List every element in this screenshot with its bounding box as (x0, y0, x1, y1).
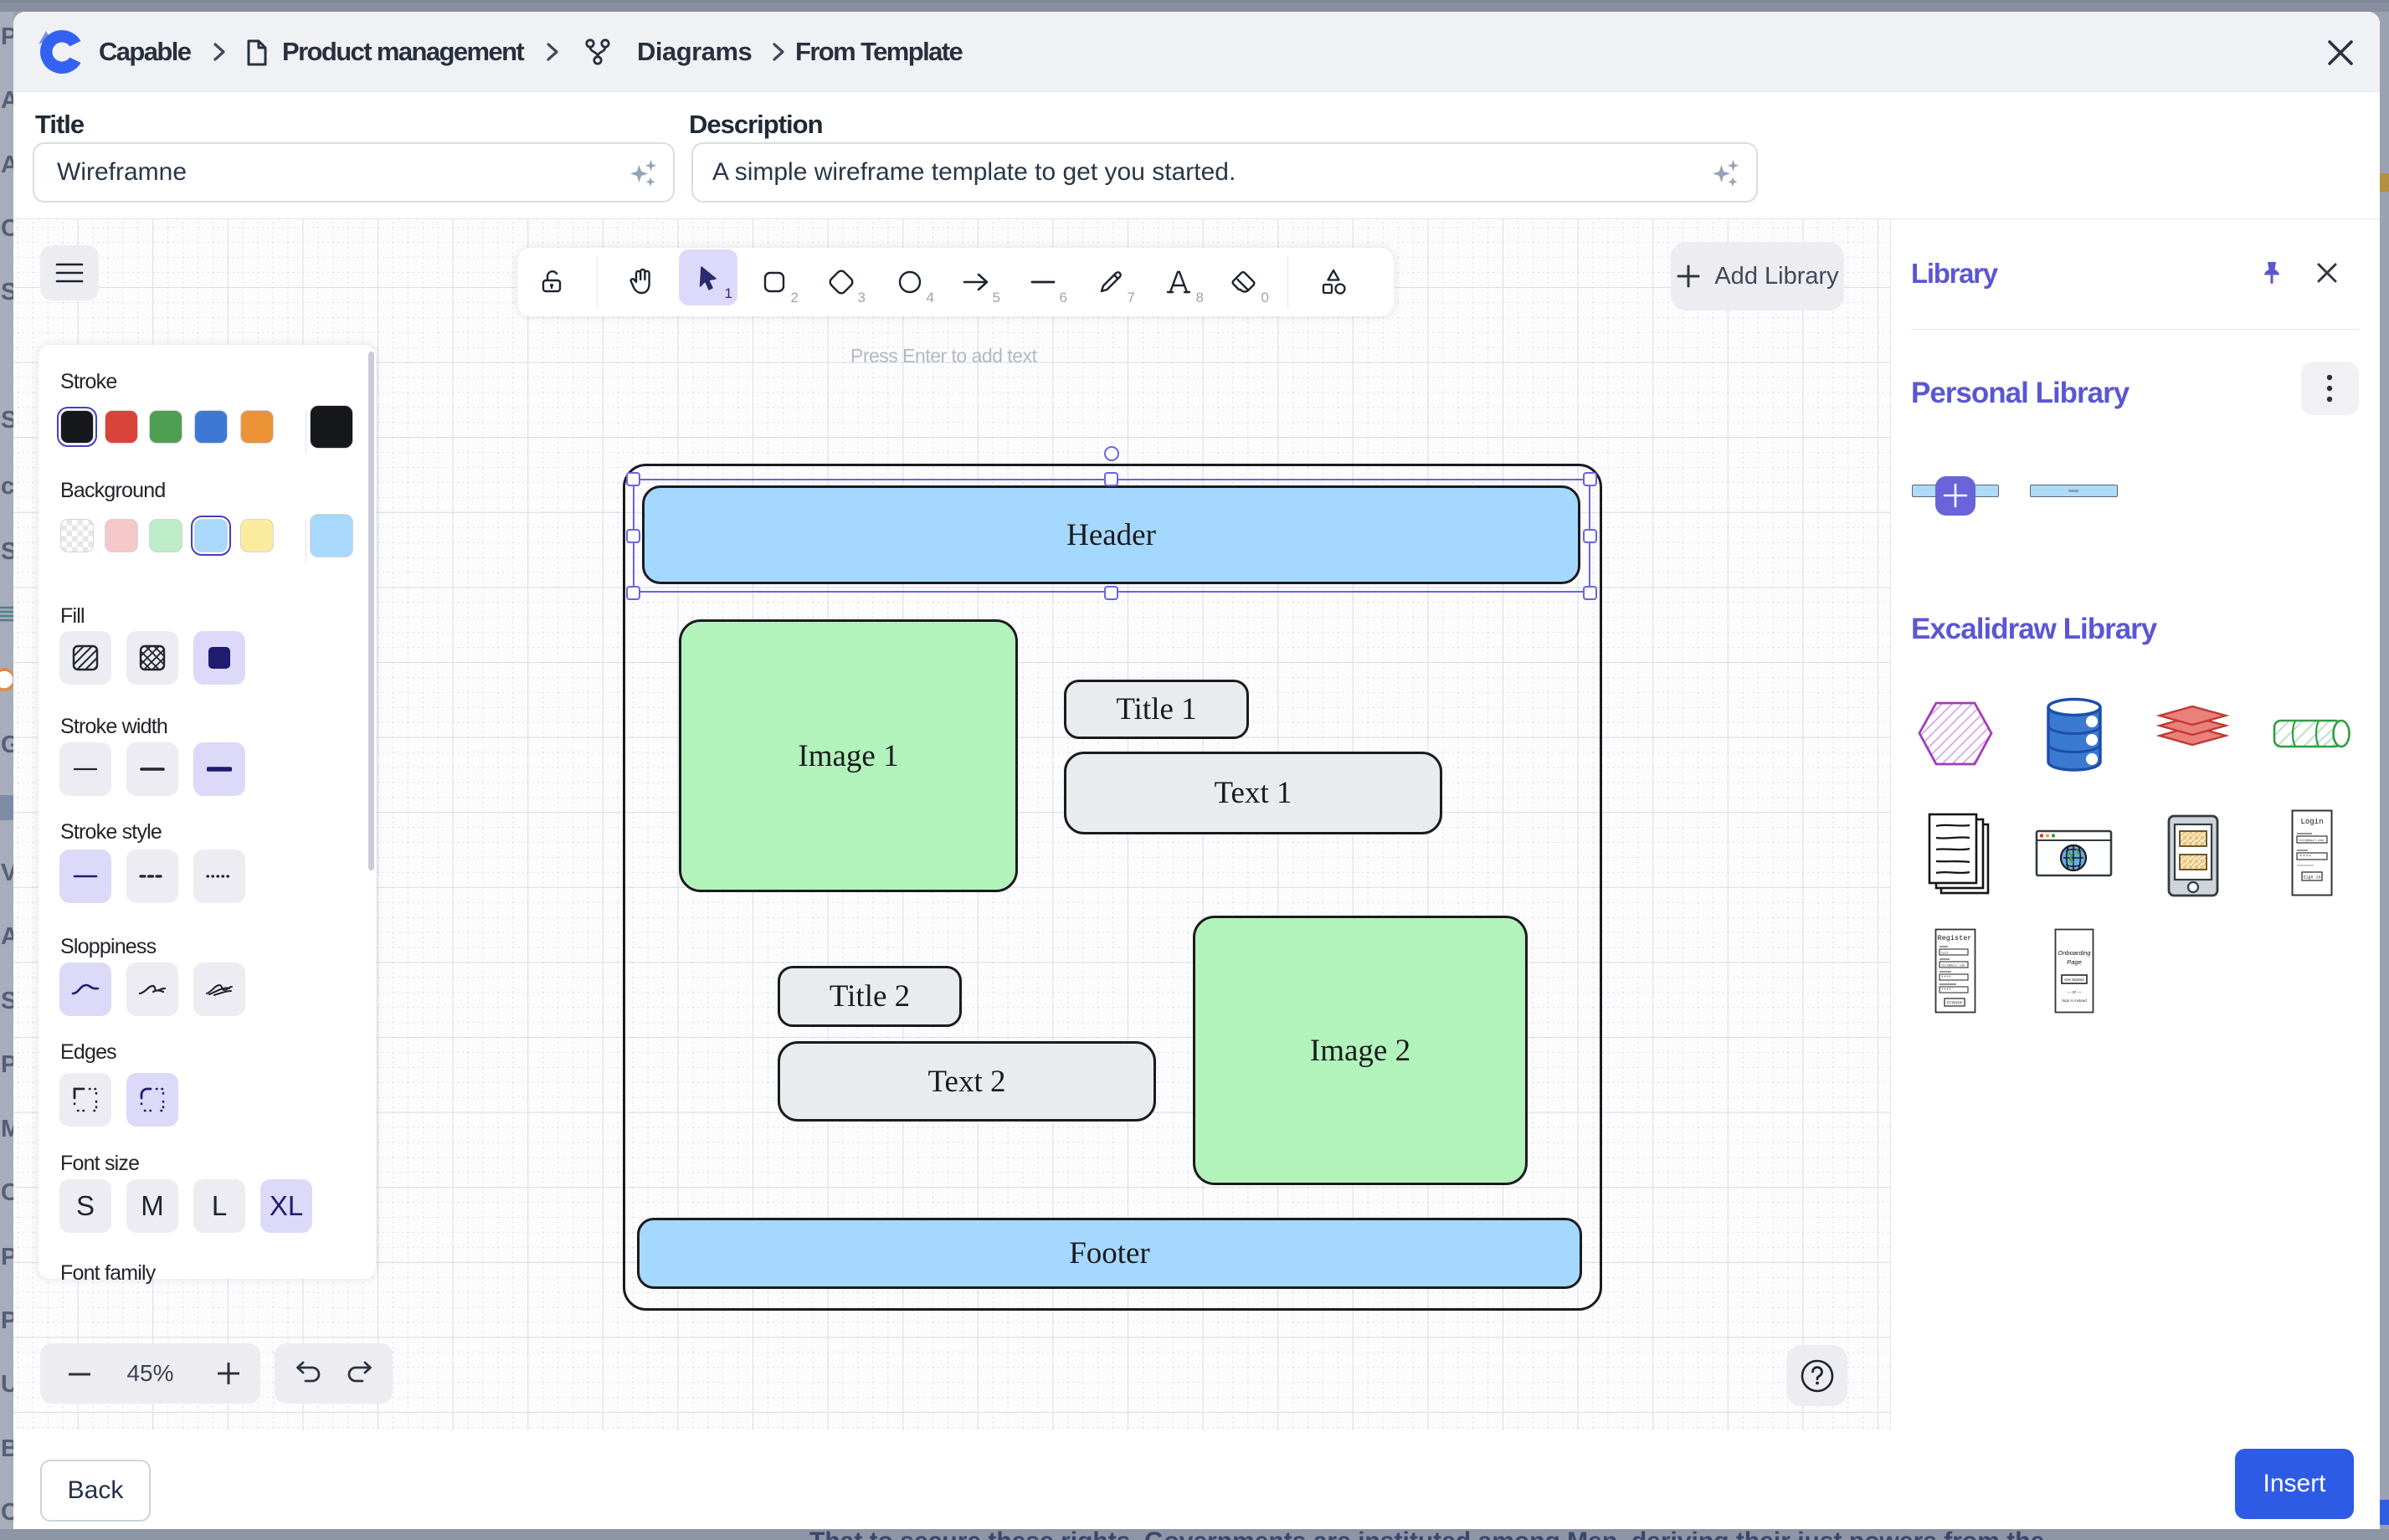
svg-text:****: **** (2299, 855, 2311, 860)
svg-text:test@mail.com: test@mail.com (1941, 964, 1965, 968)
svg-text:Get Started: Get Started (2064, 978, 2084, 982)
svg-text:Sign in: Sign in (2303, 875, 2320, 880)
svg-text:Create: Create (1947, 1001, 1962, 1006)
svg-text:--- or ---: --- or --- (2067, 990, 2082, 995)
svg-text:****: **** (1941, 988, 1951, 993)
svg-text:Login: Login (2300, 818, 2323, 826)
svg-text:Sign in instead: Sign in instead (2062, 998, 2087, 1003)
svg-text:****: **** (1941, 976, 1951, 981)
svg-text:Register: Register (1938, 934, 1972, 942)
svg-text:Onboarding: Onboarding (2058, 949, 2091, 957)
svg-text:Page: Page (2067, 958, 2082, 966)
svg-text:test@mail.com: test@mail.com (2299, 839, 2324, 843)
svg-text:test: test (1941, 952, 1949, 956)
